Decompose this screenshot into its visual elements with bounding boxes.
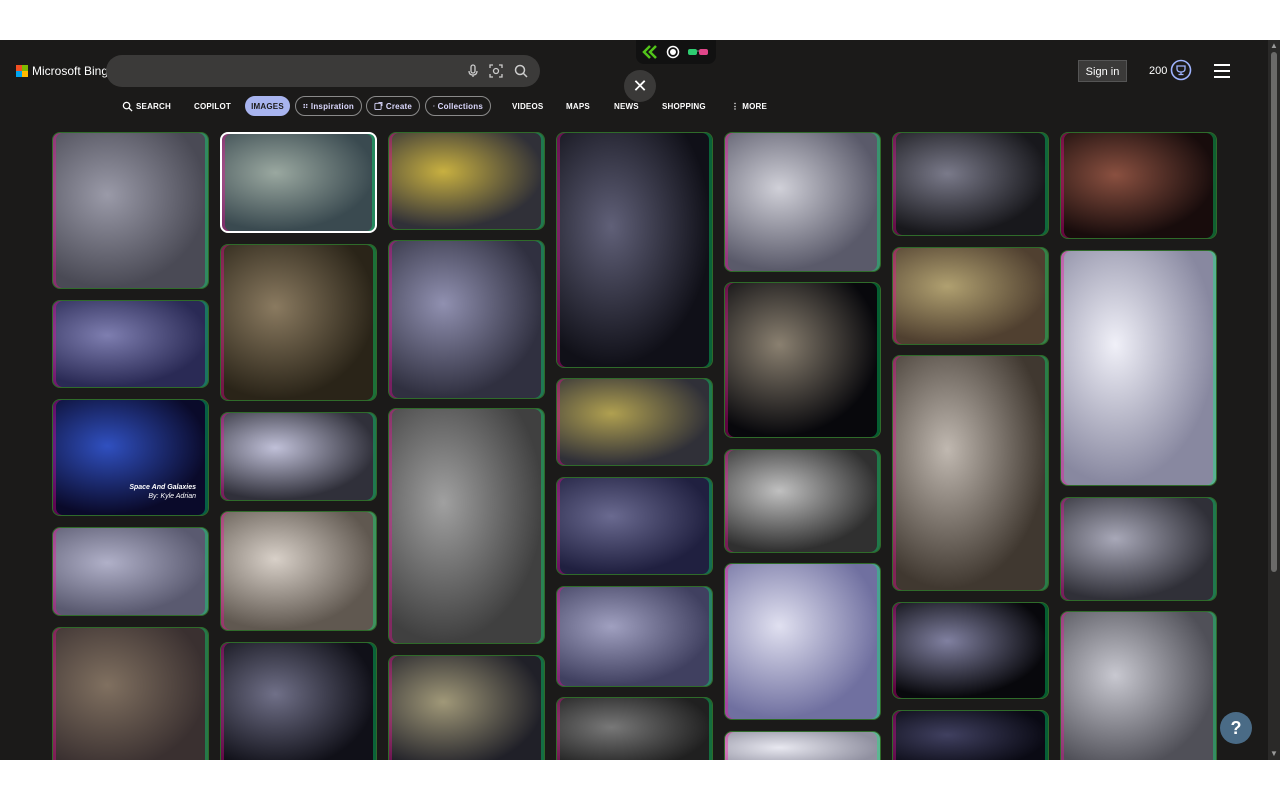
image-tile-propeller-plane[interactable] [388,408,545,644]
tab-news[interactable]: NEWS [614,96,639,116]
create-icon [374,101,383,111]
sign-in-button[interactable]: Sign in [1078,60,1127,82]
hamburger-menu-icon[interactable] [1214,64,1230,78]
scroll-thumb[interactable] [1271,52,1277,572]
image-tile-jets-flying[interactable] [52,527,209,616]
image-tile-white-clouds[interactable] [724,731,881,760]
tab-label: SEARCH [136,101,171,111]
image-tile-sports-car-street[interactable] [892,247,1049,345]
3d-glasses-icon [688,49,697,55]
image-tile-galaxy-vortex[interactable] [892,132,1049,236]
image-tile-astronauts-portal[interactable] [52,132,209,289]
tab-label: VIDEOS [512,101,544,111]
tab-label: SHOPPING [662,101,706,111]
image-tile-spacecraft-engines[interactable] [1060,250,1217,486]
image-tile-spiral-galaxy[interactable] [724,282,881,438]
tab-copilot[interactable]: COPILOT [194,96,231,116]
tab-label: COPILOT [194,101,231,111]
image-tile-cockpit-pilot[interactable] [388,240,545,399]
microsoft-logo-icon [16,65,28,77]
tab-label: IMAGES [251,101,284,111]
tab-create[interactable]: Create [366,96,420,116]
tab-label: MAPS [566,101,590,111]
image-tile-jet-over-clouds[interactable] [724,132,881,272]
image-tile-astronaut-earth[interactable] [1060,497,1217,601]
tab-images[interactable]: IMAGES [245,96,290,116]
extension-icons[interactable] [636,40,716,64]
tab-label: Collections [437,101,483,111]
rewards-points[interactable]: 200 [1149,65,1167,77]
image-tile-yellow-car-garage[interactable] [52,627,209,760]
tab-label: MORE [742,101,768,111]
caption-title: Space And Galaxies [129,484,196,491]
image-caption: Space And Galaxies By: Kyle Adrian [129,483,196,501]
image-tile-wing-abstract[interactable] [724,563,881,720]
back-chevrons-icon [642,45,657,59]
tab-search[interactable]: SEARCH [122,96,171,116]
brand-name: Microsoft Bing [32,64,109,78]
image-tile-rocket-planet[interactable] [220,412,377,501]
scroll-up-icon[interactable]: ▲ [1270,42,1278,50]
extension-toolbar [636,40,716,64]
image-tile-stars-night[interactable] [892,710,1049,760]
scrollbar[interactable]: ▲ ▼ [1268,40,1280,760]
image-tile-minions-cockpit[interactable] [556,378,713,466]
search-icon [122,101,133,112]
tab-label: NEWS [614,101,639,111]
image-tile-minions-row[interactable] [388,132,545,230]
image-tile-planet-rocket-launch[interactable] [1060,132,1217,239]
image-results-grid: Space And Galaxies By: Kyle Adrian [52,132,1218,760]
image-tile-fighter-jet-sunset[interactable] [724,449,881,553]
bing-logo[interactable]: Microsoft Bing [16,64,108,78]
tab-label: Inspiration [310,101,354,111]
microphone-icon[interactable] [465,63,481,79]
tab-shopping[interactable]: SHOPPING [662,96,706,116]
image-tile-fighter-jet-white[interactable] [1060,611,1217,760]
image-tile-pillars-of-creation[interactable] [220,132,377,233]
tab-maps[interactable]: MAPS [566,96,590,116]
more-dots-icon: ⋮ [731,101,740,111]
image-tile-space-shuttle-landing[interactable] [52,300,209,388]
tab-inspiration[interactable]: Inspiration [295,96,362,116]
image-tile-shuttle-earth-orbit[interactable] [892,602,1049,699]
search-icon[interactable] [513,63,529,79]
image-tile-astronaut-helmet-pod[interactable] [220,511,377,631]
caption-credit: By: Kyle Adrian [148,493,196,500]
collections-icon [433,105,435,107]
image-tile-rocket-launch-dark[interactable] [220,642,377,760]
help-icon[interactable]: ? [1220,712,1252,744]
inspiration-icon [303,104,308,109]
image-tile-canyon-river[interactable] [556,697,713,760]
search-input[interactable] [120,61,454,83]
browser-viewport: Microsoft Bing ✕ Sign in 200 SEARCH COPI… [0,40,1280,760]
image-tile-spaceship-rings[interactable] [388,655,545,760]
tab-collections[interactable]: Collections [425,96,491,116]
image-tile-launch-pad[interactable] [556,477,713,575]
tab-more[interactable]: ⋮ MORE [731,96,767,116]
image-tile-starship-landing[interactable] [556,132,713,368]
search-box[interactable] [106,55,540,87]
image-tile-warplanes-clouds[interactable] [556,586,713,687]
image-tile-space-and-galaxies[interactable]: Space And Galaxies By: Kyle Adrian [52,399,209,516]
tab-videos[interactable]: VIDEOS [512,96,543,116]
image-tile-spaceship-cave[interactable] [220,244,377,401]
tab-label: Create [385,101,412,111]
rewards-trophy-icon[interactable] [1170,59,1192,81]
visual-search-icon[interactable] [488,63,504,79]
scroll-down-icon[interactable]: ▼ [1270,750,1278,758]
image-tile-husky-puppy[interactable] [892,355,1049,591]
